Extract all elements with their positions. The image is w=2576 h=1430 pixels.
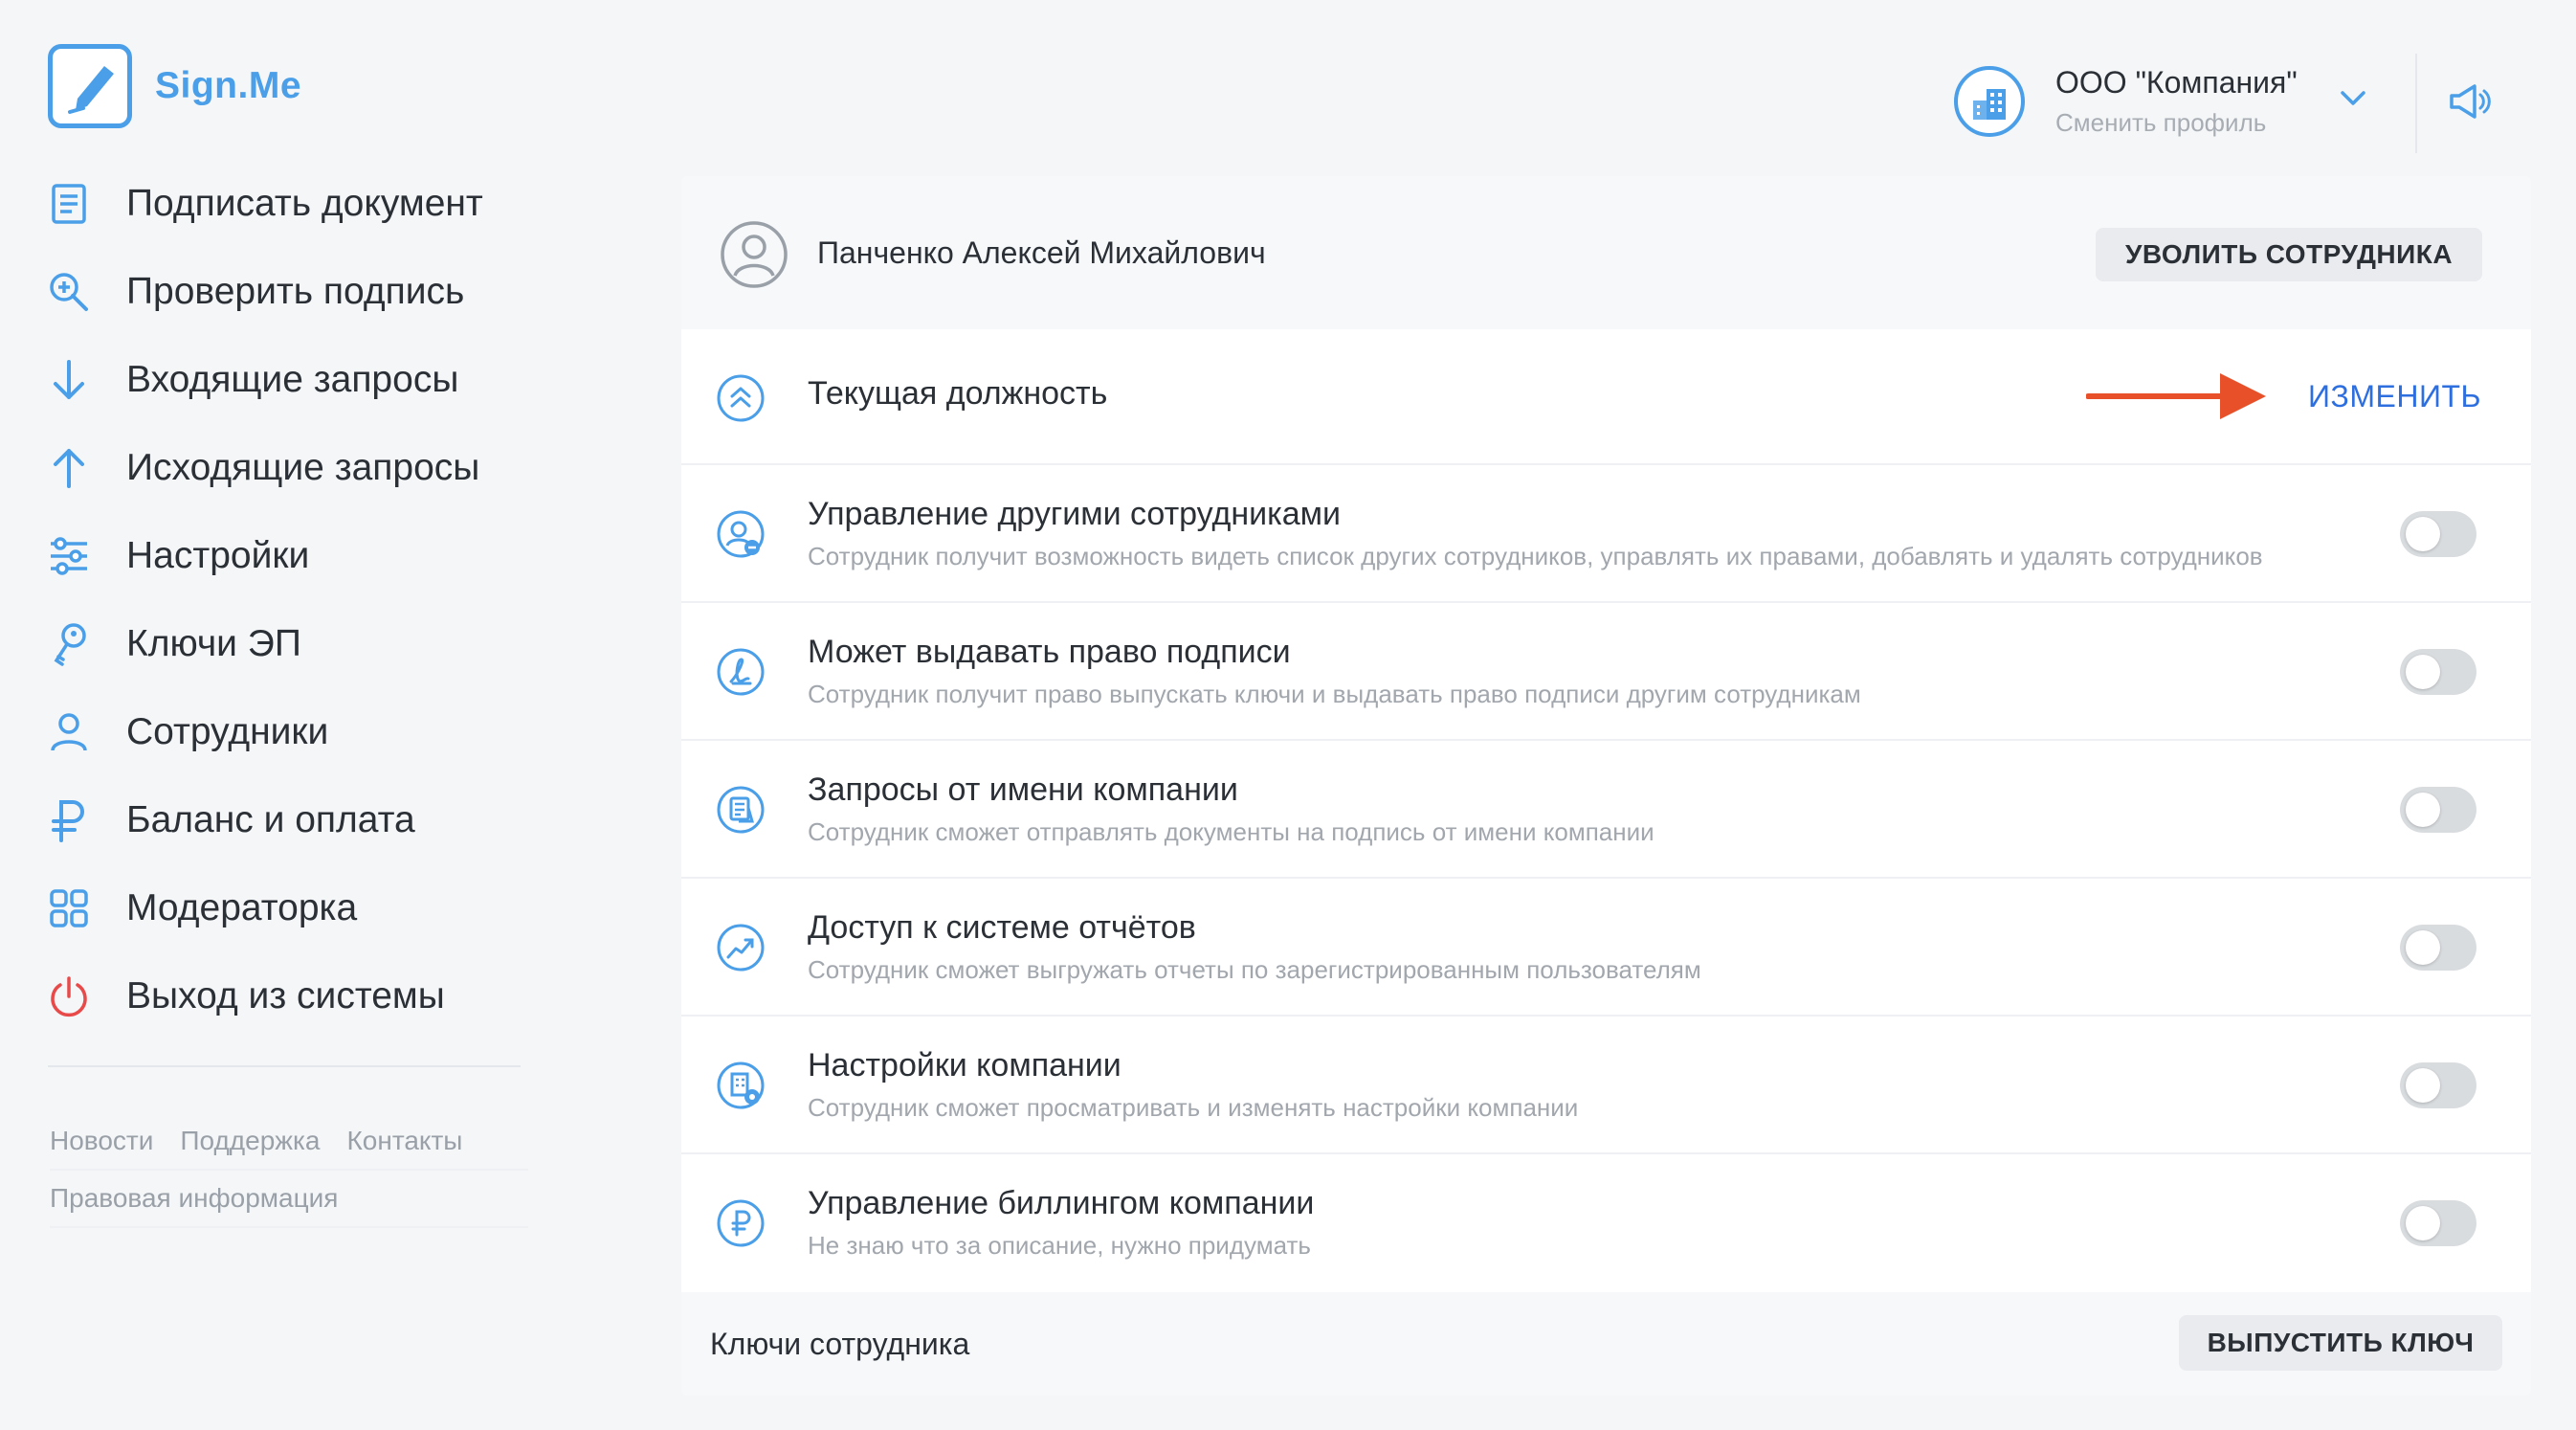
permission-row: Доступ к системе отчётов Сотрудник сможе…	[681, 879, 2531, 1017]
position-title: Текущая должность	[808, 375, 1108, 412]
pen-logo-icon	[48, 44, 132, 128]
sidebar-item-label: Ключи ЭП	[126, 623, 301, 664]
building-avatar-icon	[1954, 66, 2025, 137]
permission-desc: Не знаю что за описание, нужно придумать	[808, 1231, 1311, 1260]
sidebar-item-label: Модераторка	[126, 887, 358, 928]
sidebar-divider	[48, 1065, 521, 1067]
sidebar-item-moderation[interactable]: Модераторка	[48, 864, 526, 952]
sliders-icon	[48, 535, 90, 577]
document-icon	[48, 183, 90, 225]
sidebar-nav: Подписать документ Проверить подпись Вхо…	[48, 160, 526, 1040]
user-avatar-icon	[720, 220, 788, 289]
fire-employee-button[interactable]: УВОЛИТЬ СОТРУДНИКА	[2096, 228, 2482, 281]
sidebar-item-label: Подписать документ	[126, 183, 483, 224]
rank-chevrons-icon	[716, 373, 766, 423]
change-position-link[interactable]: ИЗМЕНИТЬ	[2308, 379, 2481, 414]
contacts-link[interactable]: Контакты	[346, 1126, 462, 1156]
employee-name: Панченко Алексей Михайлович	[817, 235, 1266, 270]
permission-title: Доступ к системе отчётов	[808, 909, 1196, 946]
permission-toggle[interactable]	[2400, 511, 2476, 557]
permission-toggle[interactable]	[2400, 925, 2476, 971]
speaker-icon[interactable]	[2448, 82, 2492, 125]
arrow-up-icon	[48, 447, 90, 489]
news-link[interactable]: Новости	[50, 1126, 153, 1156]
sidebar-item-label: Исходящие запросы	[126, 447, 480, 488]
permissions-list: Текущая должность ИЗМЕНИТЬ Управление др…	[681, 329, 2531, 1292]
permission-desc: Сотрудник получит возможность видеть спи…	[808, 542, 2263, 570]
documents-request-icon	[716, 785, 766, 835]
sidebar-item-outgoing[interactable]: Исходящие запросы	[48, 424, 526, 512]
permission-row: Управление другими сотрудниками Сотрудни…	[681, 465, 2531, 603]
permission-title: Управление биллингом компании	[808, 1185, 1315, 1221]
power-icon	[48, 975, 90, 1017]
chart-trend-icon	[716, 923, 766, 972]
sidebar-footer-links: Новости Поддержка Контакты Правовая инфо…	[50, 1113, 528, 1228]
current-position-row: Текущая должность ИЗМЕНИТЬ	[681, 329, 2531, 465]
support-link[interactable]: Поддержка	[180, 1126, 320, 1156]
chevron-down-icon[interactable]	[2340, 90, 2366, 112]
permission-row: Настройки компании Сотрудник сможет прос…	[681, 1017, 2531, 1154]
employee-keys-section: Ключи сотрудника ВЫПУСТИТЬ КЛЮЧ	[681, 1292, 2531, 1396]
magnifier-plus-icon	[48, 271, 90, 313]
sidebar-item-label: Входящие запросы	[126, 359, 459, 400]
sidebar-item-label: Выход из системы	[126, 975, 445, 1017]
permission-title: Настройки компании	[808, 1047, 1121, 1084]
permission-desc: Сотрудник сможет выгружать отчеты по зар…	[808, 955, 1701, 984]
permission-row: Запросы от имени компании Сотрудник смож…	[681, 741, 2531, 879]
sidebar-item-logout[interactable]: Выход из системы	[48, 952, 526, 1040]
app-name: Sign.Me	[155, 65, 302, 106]
key-icon	[48, 623, 90, 666]
permission-toggle[interactable]	[2400, 1200, 2476, 1246]
sidebar-item-incoming[interactable]: Входящие запросы	[48, 336, 526, 424]
sidebar-item-billing[interactable]: Баланс и оплата	[48, 776, 526, 864]
sidebar-item-label: Баланс и оплата	[126, 799, 415, 840]
permission-desc: Сотрудник сможет отправлять документы на…	[808, 817, 1654, 846]
ruble-icon	[48, 799, 90, 842]
permission-title: Управление другими сотрудниками	[808, 496, 1342, 532]
legal-info-link[interactable]: Правовая информация	[50, 1183, 338, 1214]
profile-switcher[interactable]: ООО "Компания" Сменить профиль	[1954, 65, 2298, 138]
company-name: ООО "Компания"	[2055, 65, 2298, 100]
ruble-circle-icon	[716, 1198, 766, 1248]
permission-row: Управление биллингом компании Не знаю чт…	[681, 1154, 2531, 1292]
sidebar-item-label: Проверить подпись	[126, 271, 465, 312]
app-logo[interactable]: Sign.Me	[48, 44, 301, 128]
employee-keys-label: Ключи сотрудника	[710, 1327, 970, 1361]
person-icon	[48, 711, 90, 753]
grid-icon	[48, 887, 90, 929]
employee-card: Панченко Алексей Михайлович УВОЛИТЬ СОТР…	[681, 176, 2531, 1396]
manage-users-icon	[716, 509, 766, 559]
company-settings-icon	[716, 1061, 766, 1110]
sidebar-item-keys[interactable]: Ключи ЭП	[48, 600, 526, 688]
permission-toggle[interactable]	[2400, 649, 2476, 695]
permission-row: Может выдавать право подписи Сотрудник п…	[681, 603, 2531, 741]
employee-header: Панченко Алексей Михайлович УВОЛИТЬ СОТР…	[681, 176, 2531, 329]
signature-icon	[716, 647, 766, 697]
sidebar-item-sign-document[interactable]: Подписать документ	[48, 160, 526, 248]
sidebar-item-employees[interactable]: Сотрудники	[48, 688, 526, 776]
permission-title: Запросы от имени компании	[808, 771, 1238, 808]
header-divider	[2415, 54, 2417, 153]
permission-desc: Сотрудник получит право выпускать ключи …	[808, 680, 1861, 708]
permission-desc: Сотрудник сможет просматривать и изменят…	[808, 1093, 1579, 1122]
switch-profile-label: Сменить профиль	[2055, 108, 2267, 137]
permission-toggle[interactable]	[2400, 1062, 2476, 1108]
sidebar-item-verify-signature[interactable]: Проверить подпись	[48, 248, 526, 336]
issue-key-button[interactable]: ВЫПУСТИТЬ КЛЮЧ	[2179, 1315, 2502, 1371]
sidebar-item-label: Настройки	[126, 535, 310, 576]
permission-title: Может выдавать право подписи	[808, 634, 1291, 670]
arrow-down-icon	[48, 359, 90, 401]
sidebar-item-label: Сотрудники	[126, 711, 329, 752]
sidebar-item-settings[interactable]: Настройки	[48, 512, 526, 600]
permission-toggle[interactable]	[2400, 787, 2476, 833]
arrow-right-icon	[2085, 368, 2268, 430]
